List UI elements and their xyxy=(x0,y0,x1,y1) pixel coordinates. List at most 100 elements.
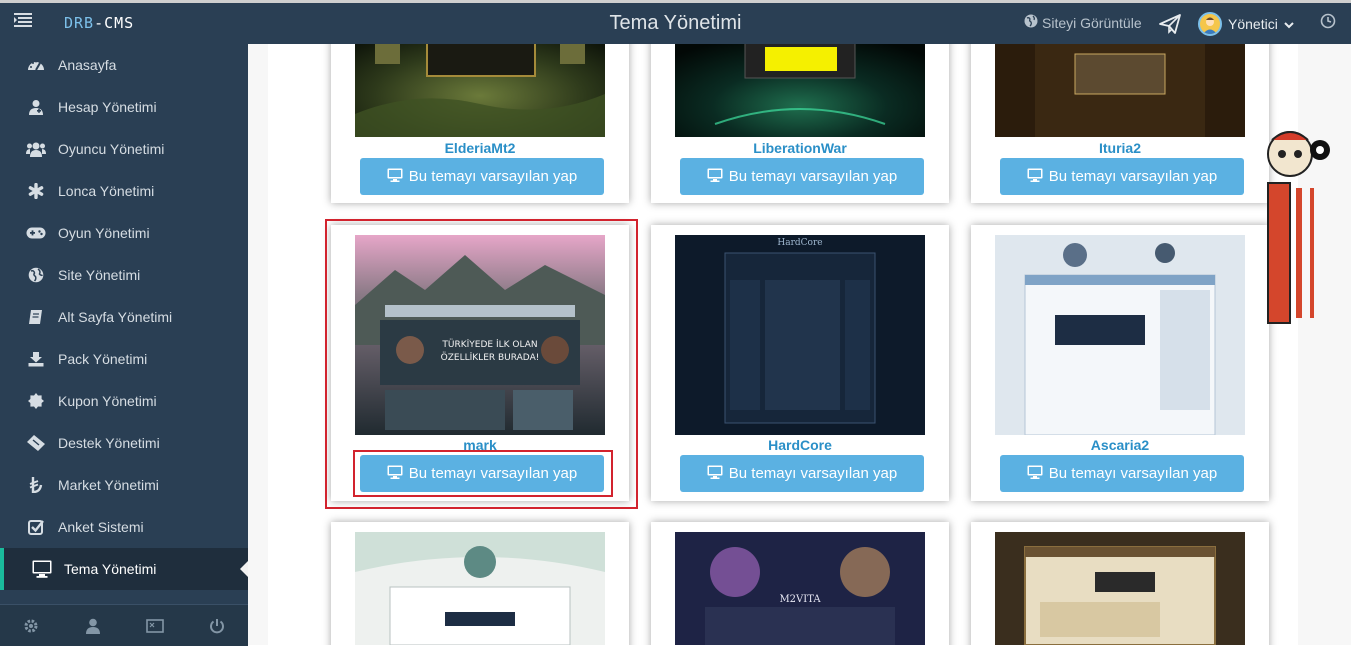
sidebar-item-site[interactable]: Site Yönetimi xyxy=(0,254,248,296)
sidebar-item-label: Pack Yönetimi xyxy=(58,351,148,367)
set-default-theme-button[interactable]: Bu temayı varsayılan yap xyxy=(360,158,604,195)
theme-card: HardCore HardCore Bu temayı varsayılan y… xyxy=(651,225,949,501)
theme-thumbnail[interactable] xyxy=(995,235,1245,435)
button-label: Bu temayı varsayılan yap xyxy=(408,465,578,482)
sidebar-item-label: Anket Sistemi xyxy=(58,519,144,535)
m2vita-logo: M2VITA xyxy=(779,594,821,605)
power-icon[interactable] xyxy=(186,605,248,646)
desktop-icon xyxy=(707,465,723,483)
theme-thumbnail[interactable] xyxy=(675,44,925,137)
download-icon xyxy=(24,351,48,367)
sidebar-item-label: Site Yönetimi xyxy=(58,267,141,283)
theme-name: mark xyxy=(463,437,497,453)
users-icon xyxy=(24,141,48,157)
app-logo[interactable]: DRB-CMS xyxy=(64,14,134,32)
sidebar-item-destek[interactable]: Destek Yönetimi xyxy=(0,422,248,464)
check-square-icon xyxy=(24,519,48,535)
theme-name: Ascaria2 xyxy=(1090,437,1150,453)
sidebar-item-oyuncu[interactable]: Oyuncu Yönetimi xyxy=(0,128,248,170)
sidebar-item-hesap[interactable]: Hesap Yönetimi xyxy=(0,86,248,128)
theme-name: ElderiaMt2 xyxy=(444,140,516,156)
sidebar-item-label: Tema Yönetimi xyxy=(64,561,157,577)
set-default-theme-button[interactable]: Bu temayı varsayılan yap xyxy=(680,158,924,195)
user-menu[interactable]: Yönetici xyxy=(1198,12,1294,36)
view-site-link[interactable]: Siteyi Görüntüle xyxy=(1024,14,1142,31)
clock-icon[interactable] xyxy=(1320,13,1336,29)
sidebar: Anasayfa Hesap Yönetimi Oyuncu Yönetimi … xyxy=(0,44,248,646)
sidebar-item-label: Hesap Yönetimi xyxy=(58,99,157,115)
paper-plane-icon[interactable] xyxy=(1158,12,1182,36)
theme-card: Ituria2 Bu temayı varsayılan yap xyxy=(971,44,1269,203)
user-icon[interactable] xyxy=(62,605,124,646)
sidebar-item-anket[interactable]: Anket Sistemi xyxy=(0,506,248,548)
sidebar-item-label: Alt Sayfa Yönetimi xyxy=(58,309,173,325)
theme-grid: ElderiaMt2 Bu temayı varsayılan yap Libe… xyxy=(268,44,1298,645)
top-navbar: DRB-CMS Tema Yönetimi Siteyi Görüntüle Y… xyxy=(0,0,1351,44)
desktop-icon xyxy=(387,168,403,186)
view-site-label: Siteyi Görüntüle xyxy=(1042,14,1142,31)
theme-name: Ituria2 xyxy=(1098,140,1141,156)
logo-text-2: CMS xyxy=(104,14,135,32)
button-label: Bu temayı varsayılan yap xyxy=(408,168,578,185)
mark-banner-line1: TÜRKİYEDE İLK OLAN xyxy=(441,339,537,350)
hardcore-logo: HardCore xyxy=(777,238,822,248)
theme-card: M2VITA xyxy=(651,522,949,645)
logo-separator: - xyxy=(94,14,105,32)
set-default-theme-button[interactable]: Bu temayı varsayılan yap xyxy=(1000,455,1244,492)
sidebar-item-label: Lonca Yönetimi xyxy=(58,183,155,199)
sidebar-item-label: Kupon Yönetimi xyxy=(58,393,157,409)
sidebar-item-oyun[interactable]: Oyun Yönetimi xyxy=(0,212,248,254)
sidebar-item-label: Anasayfa xyxy=(58,57,117,73)
sidebar-item-label: Oyuncu Yönetimi xyxy=(58,141,165,157)
theme-thumbnail[interactable] xyxy=(995,532,1245,645)
theme-thumbnail[interactable] xyxy=(355,532,605,645)
set-default-theme-button[interactable]: Bu temayı varsayılan yap xyxy=(1000,158,1244,195)
button-label: Bu temayı varsayılan yap xyxy=(1048,465,1218,482)
sidebar-item-market[interactable]: Market Yönetimi xyxy=(0,464,248,506)
theme-name: LiberationWar xyxy=(753,140,847,156)
sidebar-item-anasayfa[interactable]: Anasayfa xyxy=(0,44,248,86)
desktop-icon xyxy=(1027,465,1043,483)
theme-thumbnail[interactable]: M2VITA xyxy=(675,532,925,645)
desktop-icon xyxy=(30,560,54,578)
desktop-icon xyxy=(387,465,403,483)
set-default-theme-button[interactable]: Bu temayı varsayılan yap xyxy=(680,455,924,492)
theme-thumbnail[interactable] xyxy=(995,44,1245,137)
theme-thumbnail[interactable] xyxy=(355,44,605,137)
user-md-icon xyxy=(24,99,48,115)
user-name: Yönetici xyxy=(1228,16,1278,32)
book-icon xyxy=(24,309,48,325)
button-label: Bu temayı varsayılan yap xyxy=(1048,168,1218,185)
sidebar-item-label: Oyun Yönetimi xyxy=(58,225,150,241)
theme-card: Ascaria2 Bu temayı varsayılan yap xyxy=(971,225,1269,501)
desktop-icon xyxy=(707,168,723,186)
theme-thumbnail[interactable]: TÜRKİYEDE İLK OLAN ÖZELLİKLER BURADA! xyxy=(355,235,605,435)
dashboard-icon xyxy=(24,57,48,73)
set-default-theme-button[interactable]: Bu temayı varsayılan yap xyxy=(360,455,604,492)
sidebar-item-pack[interactable]: Pack Yönetimi xyxy=(0,338,248,380)
sidebar-item-alt-sayfa[interactable]: Alt Sayfa Yönetimi xyxy=(0,296,248,338)
active-indicator xyxy=(240,561,248,577)
menu-toggle-icon[interactable] xyxy=(14,13,34,33)
theme-card xyxy=(971,522,1269,645)
settings-icon[interactable] xyxy=(0,605,62,646)
ticket-icon xyxy=(24,435,48,451)
gamepad-icon xyxy=(24,227,48,239)
button-label: Bu temayı varsayılan yap xyxy=(728,168,898,185)
theme-thumbnail[interactable]: HardCore xyxy=(675,235,925,435)
chevron-down-icon xyxy=(1284,16,1294,32)
fullscreen-icon[interactable] xyxy=(124,605,186,646)
forum-watermark-logo xyxy=(1262,128,1332,328)
logo-text-1: DRB xyxy=(64,14,95,32)
sidebar-item-label: Destek Yönetimi xyxy=(58,435,160,451)
asterisk-icon xyxy=(24,183,48,199)
theme-card-selected: TÜRKİYEDE İLK OLAN ÖZELLİKLER BURADA! mar… xyxy=(331,225,629,501)
mark-banner-line2: ÖZELLİKLER BURADA! xyxy=(441,352,540,363)
theme-name: HardCore xyxy=(768,437,832,453)
avatar xyxy=(1198,12,1222,36)
theme-card xyxy=(331,522,629,645)
sidebar-item-kupon[interactable]: Kupon Yönetimi xyxy=(0,380,248,422)
sidebar-item-lonca[interactable]: Lonca Yönetimi xyxy=(0,170,248,212)
sidebar-item-tema[interactable]: Tema Yönetimi xyxy=(0,548,248,590)
button-label: Bu temayı varsayılan yap xyxy=(728,465,898,482)
